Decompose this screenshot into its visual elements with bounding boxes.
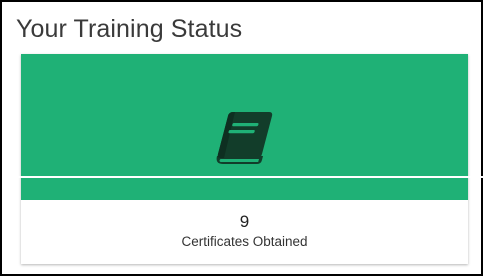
certificates-card[interactable]: 9 Certificates Obtained — [2, 54, 483, 264]
card-banner — [2, 54, 483, 200]
banner-divider — [2, 176, 483, 178]
certificates-stat: 9 Certificates Obtained — [21, 200, 468, 264]
page-title: Your Training Status — [16, 15, 243, 43]
training-status-widget: Your Training Status 9 Certificates Obta… — [0, 0, 483, 276]
book-icon — [211, 110, 275, 166]
certificates-count: 9 — [239, 212, 250, 231]
certificates-label: Certificates Obtained — [181, 234, 308, 249]
